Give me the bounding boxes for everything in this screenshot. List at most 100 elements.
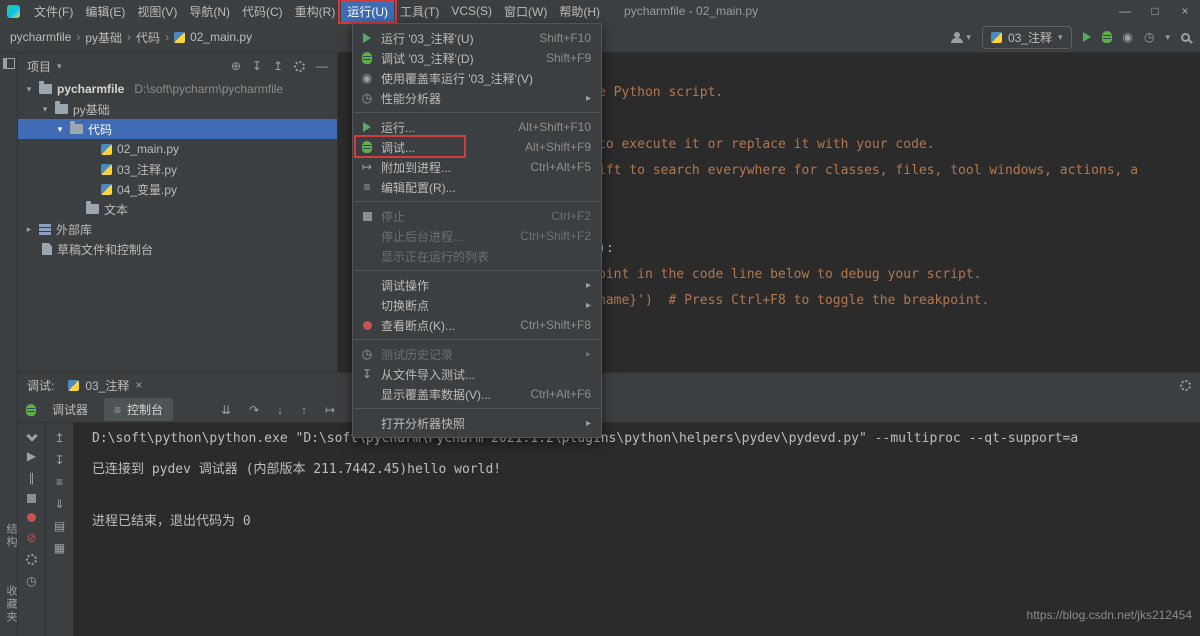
stripe-structure-button[interactable]: 结构: [3, 523, 19, 549]
tree-item-04-variable[interactable]: 04_变量.py: [18, 179, 337, 199]
menu-item-attach-to-process[interactable]: ↦ 附加到进程... Ctrl+Alt+F5: [353, 157, 601, 177]
menu-separator: [354, 270, 600, 271]
menu-item-run-config[interactable]: 运行 '03_注释'(U) Shift+F10: [353, 28, 601, 48]
menubar-item-view[interactable]: 视图(V): [131, 1, 183, 22]
title-bar: 文件(F) 编辑(E) 视图(V) 导航(N) 代码(C) 重构(R) 运行(U…: [0, 0, 1200, 22]
menubar-item-run[interactable]: 运行(U): [341, 1, 394, 22]
menubar-item-vcs[interactable]: VCS(S): [445, 2, 498, 20]
stripe-favorites-button[interactable]: 收藏夹: [3, 585, 19, 624]
menu-item-show-coverage-data[interactable]: 显示覆盖率数据(V)... Ctrl+Alt+F6: [353, 384, 601, 404]
menu-item-label: 显示正在运行的列表: [381, 248, 489, 265]
collapse-all-icon[interactable]: ↥: [273, 60, 283, 72]
menu-item-run-ellipsis[interactable]: 运行... Alt+Shift+F10: [353, 117, 601, 137]
menubar-item-navigate[interactable]: 导航(N): [183, 1, 236, 22]
step-over-icon[interactable]: ↷: [249, 404, 259, 416]
run-icon: [363, 33, 371, 43]
menubar-item-file[interactable]: 文件(F): [28, 1, 79, 22]
project-panel-title[interactable]: 项目: [27, 58, 51, 75]
submenu-arrow-icon: ▸: [586, 349, 591, 360]
wrench-icon[interactable]: [26, 430, 37, 441]
up-stack-icon[interactable]: ↥: [54, 432, 64, 444]
import-icon: ↧: [360, 368, 374, 380]
tab-console[interactable]: ≡ 控制台: [104, 398, 173, 421]
menu-item-show-running-list: 显示正在运行的列表: [353, 246, 601, 266]
breadcrumb-folder-code[interactable]: 代码: [136, 29, 160, 46]
debug-session-tab[interactable]: 03_注释 ×: [62, 375, 148, 396]
stepping-toolbar: ⇊ ↷ ↓ ↑ ↦: [221, 404, 335, 416]
show-execution-point-icon[interactable]: ⇊: [221, 404, 231, 416]
coverage-button[interactable]: ◉: [1123, 31, 1133, 43]
locate-file-icon[interactable]: ⊕: [231, 60, 241, 72]
stop-icon[interactable]: [27, 494, 36, 503]
menu-item-debug-ellipsis[interactable]: 调试... Alt+Shift+F9: [353, 137, 601, 157]
menu-item-view-breakpoints[interactable]: 查看断点(K)... Ctrl+Shift+F8: [353, 315, 601, 335]
menu-item-import-tests[interactable]: ↧ 从文件导入测试...: [353, 364, 601, 384]
menubar-item-edit[interactable]: 编辑(E): [79, 1, 131, 22]
search-everywhere-icon[interactable]: [1181, 33, 1190, 42]
breadcrumb-file[interactable]: 02_main.py: [190, 30, 252, 44]
debug-button[interactable]: [1102, 31, 1112, 43]
tree-item-label: 外部库: [56, 221, 92, 238]
print-icon[interactable]: ▤: [54, 520, 65, 532]
menubar-item-tools[interactable]: 工具(T): [394, 1, 445, 22]
soft-wrap-icon[interactable]: ≡: [56, 476, 63, 488]
step-out-icon[interactable]: ↑: [301, 404, 307, 416]
profiler-button[interactable]: ◷: [1144, 31, 1154, 43]
menu-item-debug-actions[interactable]: 调试操作 ▸: [353, 275, 601, 295]
tree-item-02-main[interactable]: 02_main.py: [18, 139, 337, 159]
clock-icon[interactable]: ◷: [26, 575, 36, 587]
menubar-item-window[interactable]: 窗口(W): [498, 1, 553, 22]
menu-item-edit-configurations[interactable]: ≡ 编辑配置(R)...: [353, 177, 601, 197]
chevron-down-icon[interactable]: ▾: [57, 62, 62, 71]
chevron-down-icon[interactable]: ▾: [40, 105, 50, 114]
stop-icon: [363, 212, 372, 221]
clear-console-icon[interactable]: ▦: [54, 542, 65, 554]
expand-all-icon[interactable]: ↧: [252, 60, 262, 72]
step-into-icon[interactable]: ↓: [277, 404, 283, 416]
chevron-right-icon[interactable]: ▸: [24, 225, 34, 234]
menu-item-debug-config[interactable]: 调试 '03_注释'(D) Shift+F9: [353, 48, 601, 68]
close-icon[interactable]: ×: [135, 379, 142, 391]
breakpoint-icon: [363, 321, 372, 330]
tree-item-pybase[interactable]: ▾ py基础: [18, 99, 337, 119]
menubar-item-code[interactable]: 代码(C): [236, 1, 289, 22]
tree-item-03-comment[interactable]: 03_注释.py: [18, 159, 337, 179]
menu-item-profiler[interactable]: ◷ 性能分析器 ▸: [353, 88, 601, 108]
more-run-options-chevron[interactable]: ▾: [1165, 33, 1170, 42]
chevron-down-icon[interactable]: ▾: [24, 85, 34, 94]
gear-icon[interactable]: [294, 61, 305, 72]
debug-settings-gear-icon[interactable]: [26, 554, 37, 565]
tab-debugger[interactable]: 调试器: [42, 398, 98, 421]
run-to-cursor-icon[interactable]: ↦: [325, 404, 335, 416]
tree-item-text-folder[interactable]: 文本: [18, 199, 337, 219]
chevron-down-icon[interactable]: ▾: [55, 125, 65, 134]
menu-item-toggle-breakpoint[interactable]: 切换断点 ▸: [353, 295, 601, 315]
user-account-button[interactable]: ▾: [951, 32, 971, 43]
menubar-item-refactor[interactable]: 重构(R): [289, 1, 342, 22]
tree-item-root[interactable]: ▾ pycharmfile D:\soft\pycharm\pycharmfil…: [18, 79, 337, 99]
console-output[interactable]: D:\soft\python\python.exe "D:\soft\pycha…: [74, 423, 1200, 636]
breadcrumb-separator: ›: [165, 30, 169, 44]
breadcrumb-project[interactable]: pycharmfile: [10, 30, 71, 44]
run-button[interactable]: [1083, 32, 1091, 42]
resume-program-icon[interactable]: ▶: [27, 450, 36, 462]
tree-item-code-selected[interactable]: ▾ 代码: [18, 119, 337, 139]
menubar-item-help[interactable]: 帮助(H): [553, 1, 606, 22]
tree-item-scratches[interactable]: 草稿文件和控制台: [18, 239, 337, 259]
minimize-button[interactable]: —: [1110, 0, 1140, 22]
breadcrumb-folder-pybase[interactable]: py基础: [85, 29, 122, 46]
tree-item-external-libs[interactable]: ▸ 外部库: [18, 219, 337, 239]
down-stack-icon[interactable]: ↧: [54, 454, 64, 466]
close-button[interactable]: ×: [1170, 0, 1200, 22]
project-tool-window-icon[interactable]: [3, 58, 15, 69]
scroll-to-end-icon[interactable]: ⇓: [54, 498, 64, 510]
maximize-button[interactable]: □: [1140, 0, 1170, 22]
mute-breakpoints-icon[interactable]: ⊘: [26, 532, 36, 544]
menu-item-open-profiler-snapshot[interactable]: 打开分析器快照 ▸: [353, 413, 601, 433]
run-config-selector[interactable]: 03_注释 ▾: [982, 26, 1072, 49]
menu-item-run-with-coverage[interactable]: ◉ 使用覆盖率运行 '03_注释'(V): [353, 68, 601, 88]
hide-panel-icon[interactable]: —: [316, 60, 328, 72]
view-breakpoints-icon[interactable]: [27, 513, 36, 522]
pause-icon[interactable]: ∥: [29, 472, 35, 484]
gear-icon[interactable]: [1180, 380, 1191, 391]
